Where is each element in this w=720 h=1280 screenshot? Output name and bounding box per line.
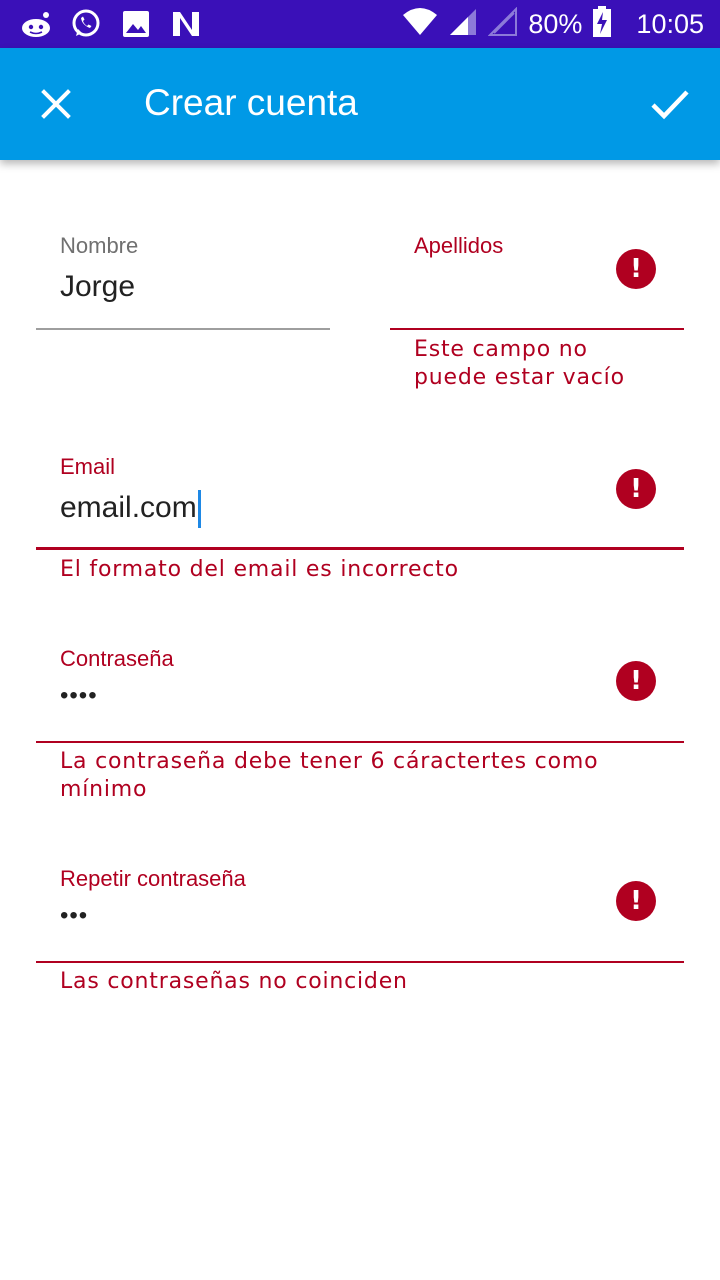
repeat-password-field[interactable]: Repetir contraseña ••• !	[36, 858, 684, 968]
apellidos-field[interactable]: Apellidos !	[390, 225, 684, 335]
app-bar: Crear cuenta	[0, 48, 720, 160]
system-status: 80% 10:05	[402, 0, 704, 48]
wifi-icon	[402, 7, 438, 42]
password-field[interactable]: Contraseña •••• !	[36, 638, 684, 748]
apellidos-label: Apellidos	[414, 233, 504, 258]
signal-icon	[487, 6, 518, 42]
clock: 10:05	[636, 8, 704, 39]
repeat-password-input[interactable]: •••	[60, 902, 88, 930]
confirm-button[interactable]	[644, 78, 696, 130]
repeat-password-label: Repetir contraseña	[60, 866, 246, 891]
email-value: email.com	[60, 490, 197, 524]
repeat-password-error: Las contraseñas no coinciden	[60, 969, 408, 994]
password-label: Contraseña	[60, 646, 174, 671]
apellidos-error: Este campo no puede estar vacío	[414, 337, 625, 390]
status-bar: 80% 10:05	[0, 0, 720, 48]
reddit-icon	[20, 8, 52, 40]
gallery-icon	[120, 8, 152, 40]
whatsapp-icon	[70, 8, 102, 40]
password-error: La contraseña debe tener 6 cáractertes c…	[60, 749, 599, 802]
email-field[interactable]: Email email.com !	[36, 446, 684, 556]
email-underline	[36, 547, 684, 550]
email-input[interactable]: email.com	[60, 490, 201, 528]
nombre-label: Nombre	[60, 233, 139, 258]
nombre-field[interactable]: Nombre Jorge	[36, 225, 330, 335]
signal-icon	[448, 7, 478, 42]
close-icon	[41, 89, 71, 119]
email-error: El formato del email es incorrecto	[60, 557, 459, 582]
repeat-password-underline	[36, 961, 684, 963]
error-icon: !	[616, 881, 656, 921]
n-app-icon	[170, 8, 202, 40]
text-cursor	[197, 490, 201, 528]
password-input[interactable]: ••••	[60, 682, 98, 710]
password-underline	[36, 741, 684, 743]
close-button[interactable]	[30, 78, 82, 130]
notification-icons	[20, 8, 202, 40]
nombre-input[interactable]: Jorge	[60, 270, 135, 304]
error-icon: !	[616, 661, 656, 701]
page-title: Crear cuenta	[144, 82, 358, 123]
email-label: Email	[60, 454, 116, 479]
error-icon: !	[616, 469, 656, 509]
apellidos-underline	[390, 328, 684, 330]
error-icon: !	[616, 249, 656, 289]
battery-percent: 80%	[528, 8, 583, 39]
nombre-underline	[36, 328, 330, 330]
battery-charging-icon	[592, 5, 612, 43]
check-icon	[651, 90, 689, 120]
